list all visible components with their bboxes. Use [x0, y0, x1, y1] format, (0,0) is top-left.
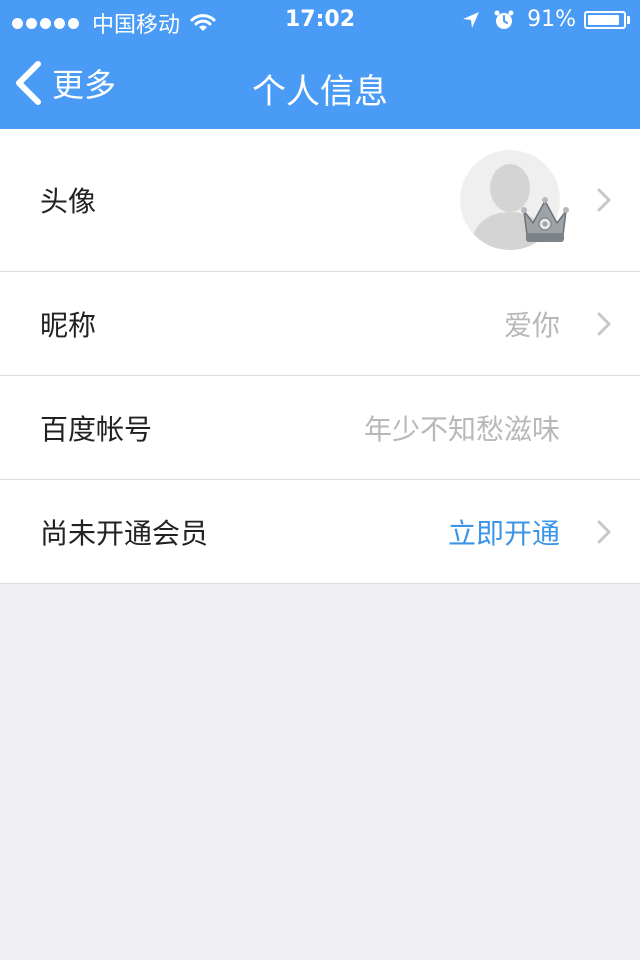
activate-membership-link[interactable]: 立即开通	[448, 512, 560, 552]
battery-icon	[584, 10, 630, 29]
status-right: 91%	[461, 7, 630, 32]
row-membership[interactable]: 尚未开通会员 立即开通	[0, 480, 640, 584]
row-nickname[interactable]: 昵称 爱你	[0, 272, 640, 376]
chevron-right-icon	[597, 312, 611, 335]
chevron-right-icon	[597, 188, 611, 212]
account-label: 百度帐号	[40, 412, 153, 446]
crown-badge-icon	[521, 197, 569, 242]
nickname-value: 爱你	[503, 308, 560, 342]
location-arrow-icon	[463, 11, 480, 28]
avatar-label: 头像	[40, 185, 97, 218]
status-bar: 中国移动 17:02 91%	[0, 0, 640, 40]
alarm-clock-icon	[494, 10, 514, 29]
nav-bar: 更多 个人信息	[0, 40, 640, 129]
battery-fill	[588, 14, 619, 25]
nickname-label: 昵称	[40, 308, 97, 342]
account-value: 年少不知愁滋味	[363, 412, 560, 446]
row-account: 百度帐号 年少不知愁滋味	[0, 376, 640, 480]
battery-percent: 91%	[527, 7, 576, 32]
membership-label: 尚未开通会员	[40, 516, 209, 550]
header: 中国移动 17:02 91% 更多 个人信息	[0, 0, 640, 129]
page-title: 个人信息	[252, 72, 388, 112]
chevron-right-icon	[597, 520, 611, 543]
